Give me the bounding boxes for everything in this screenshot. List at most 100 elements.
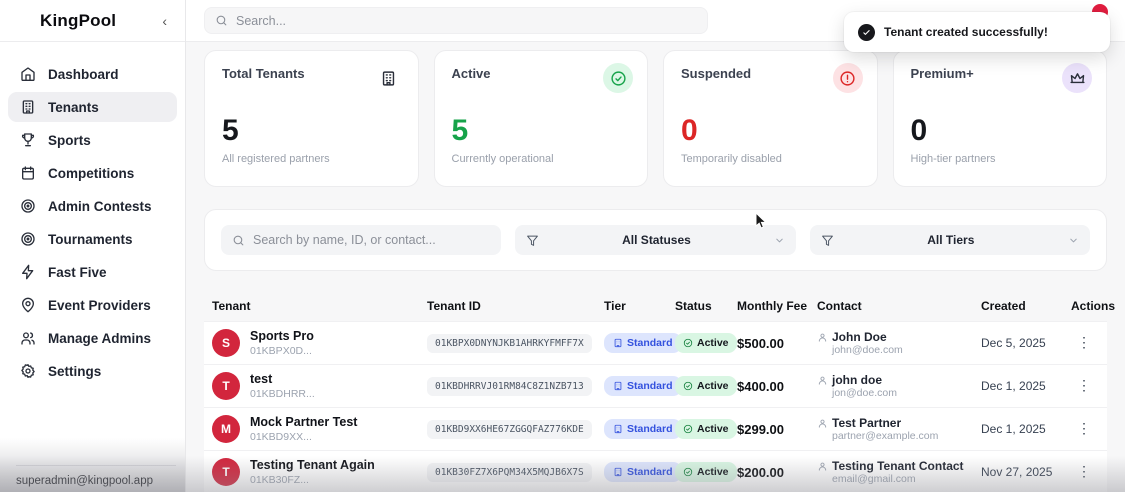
table-row[interactable]: T test 01KBDHRR... 01KBDHRRVJ01RM84C8Z1N… [204, 364, 1107, 407]
contact-cell: john doe jon@doe.com [817, 373, 981, 399]
stats-cards: Total Tenants 5 All registered partners … [204, 50, 1107, 187]
tier-badge: Standard [604, 462, 682, 482]
monthly-fee: $400.00 [737, 378, 784, 394]
status-badge: Active [675, 333, 737, 353]
tenant-name: Sports Pro [250, 329, 314, 344]
global-search-input[interactable]: Search... [204, 7, 708, 34]
row-actions-menu-icon[interactable]: ⋮ [1077, 335, 1091, 349]
tier-label: Standard [627, 380, 673, 392]
status-label: Active [697, 466, 729, 478]
tenant-cell: T test 01KBDHRR... [212, 372, 427, 400]
status-label: Active [697, 337, 729, 349]
tenant-cell: T Testing Tenant Again 01KB30FZ... [212, 458, 427, 486]
tenant-search-placeholder: Search by name, ID, or contact... [253, 233, 436, 247]
brand-logo: KingPool [40, 10, 117, 30]
sidebar-item-competitions[interactable]: Competitions [8, 158, 177, 188]
sidebar-item-label: Fast Five [48, 264, 107, 280]
contact-name: Testing Tenant Contact [817, 459, 981, 473]
content: Total Tenants 5 All registered partners … [186, 42, 1125, 492]
trophy-icon [21, 133, 35, 147]
contact-email: john@doe.com [832, 344, 903, 356]
target-icon [21, 232, 35, 246]
avatar: S [212, 329, 240, 357]
stat-value: 5 [222, 114, 240, 147]
column-header-actions: Actions [1071, 299, 1116, 313]
contact-email: jon@doe.com [832, 387, 897, 399]
row-actions-menu-icon[interactable]: ⋮ [1077, 421, 1091, 435]
table-header: Tenant Tenant ID Tier Status Monthly Fee… [204, 291, 1115, 321]
tenant-id-short: 01KBPX0D... [250, 344, 312, 357]
contact-name-text: Test Partner [832, 416, 902, 430]
stat-card-suspended: Suspended 0 Temporarily disabled [663, 50, 878, 187]
sidebar-item-label: Tenants [48, 99, 99, 115]
sidebar-item-dashboard[interactable]: Dashboard [8, 59, 177, 89]
sidebar-item-fast-five[interactable]: Fast Five [8, 257, 177, 287]
building-icon [374, 63, 404, 93]
column-header-status: Status [675, 299, 712, 313]
tier-filter-dropdown[interactable]: All Tiers [809, 225, 1090, 255]
status-badge: Active [675, 419, 737, 439]
contact-name-text: John Doe [832, 330, 887, 344]
sidebar-header: KingPool ‹ [0, 0, 185, 42]
tenant-cell: S Sports Pro 01KBPX0D... [212, 329, 427, 357]
stat-card-total-tenants: Total Tenants 5 All registered partners [204, 50, 419, 187]
status-label: Active [697, 380, 729, 392]
building-icon [614, 424, 622, 434]
person-icon [818, 462, 827, 471]
sidebar-nav: Dashboard Tenants Sports Competitions Ad… [0, 42, 185, 386]
users-icon [21, 332, 35, 345]
stat-subtitle: High-tier partners [910, 153, 996, 165]
row-actions-menu-icon[interactable]: ⋮ [1077, 378, 1091, 392]
tenants-table: Tenant Tenant ID Tier Status Monthly Fee… [204, 291, 1115, 492]
person-icon [818, 333, 827, 342]
sidebar-item-label: Dashboard [48, 66, 119, 82]
sidebar-item-event-providers[interactable]: Event Providers [8, 290, 177, 320]
sidebar: KingPool ‹ Dashboard Tenants Sports Comp… [0, 0, 186, 492]
sidebar-item-label: Manage Admins [48, 330, 152, 346]
tenant-name: Mock Partner Test [250, 415, 358, 430]
contact-cell: John Doe john@doe.com [817, 330, 981, 356]
sidebar-collapse-button[interactable]: ‹ [162, 14, 167, 28]
table-row[interactable]: S Sports Pro 01KBPX0D... 01KBPX0DNYNJKB1… [204, 321, 1107, 364]
search-icon [233, 235, 244, 245]
calendar-icon [22, 166, 34, 180]
table-row[interactable]: M Mock Partner Test 01KBD9XX... 01KBD9XX… [204, 407, 1107, 450]
sidebar-item-admin-contests[interactable]: Admin Contests [8, 191, 177, 221]
building-icon [614, 381, 622, 391]
monthly-fee: $500.00 [737, 335, 784, 351]
created-date: Dec 1, 2025 [981, 379, 1046, 393]
sidebar-item-tenants[interactable]: Tenants [8, 92, 177, 122]
table-row[interactable]: T Testing Tenant Again 01KB30FZ... 01KB3… [204, 450, 1107, 492]
target-icon [21, 199, 35, 213]
building-icon [614, 467, 622, 477]
tenant-name: test [250, 372, 273, 387]
filter-bar: Search by name, ID, or contact... All St… [204, 209, 1107, 271]
person-icon [818, 376, 827, 385]
sidebar-item-label: Tournaments [48, 231, 133, 247]
stat-value: 5 [451, 114, 469, 147]
map-pin-icon [22, 297, 34, 313]
table-body: S Sports Pro 01KBPX0D... 01KBPX0DNYNJKB1… [204, 321, 1107, 492]
tenant-id-pill: 01KBD9XX6HE67ZGGQFAZ776KDE [427, 420, 592, 439]
stat-value: 0 [681, 114, 699, 147]
stat-subtitle: All registered partners [222, 153, 330, 165]
sidebar-item-manage-admins[interactable]: Manage Admins [8, 323, 177, 353]
sidebar-item-settings[interactable]: Settings [8, 356, 177, 386]
check-circle-icon [858, 23, 875, 41]
sidebar-item-sports[interactable]: Sports [8, 125, 177, 155]
contact-cell: Test Partner partner@example.com [817, 416, 981, 442]
status-filter-value: All Statuses [622, 233, 691, 247]
status-badge: Active [675, 376, 737, 396]
filter-icon [527, 235, 539, 246]
toast-notification[interactable]: Tenant created successfully! [844, 12, 1110, 52]
main-area: Search... Tenant created successfully! T… [186, 0, 1125, 492]
column-header-tenant: Tenant [212, 299, 251, 313]
sidebar-item-tournaments[interactable]: Tournaments [8, 224, 177, 254]
row-actions-menu-icon[interactable]: ⋮ [1077, 464, 1091, 478]
avatar: T [212, 372, 240, 400]
tenant-search-input[interactable]: Search by name, ID, or contact... [221, 225, 502, 255]
status-filter-dropdown[interactable]: All Statuses [515, 225, 796, 255]
home-icon [21, 67, 35, 81]
status-badge: Active [675, 462, 737, 482]
contact-name: Test Partner [817, 416, 981, 430]
